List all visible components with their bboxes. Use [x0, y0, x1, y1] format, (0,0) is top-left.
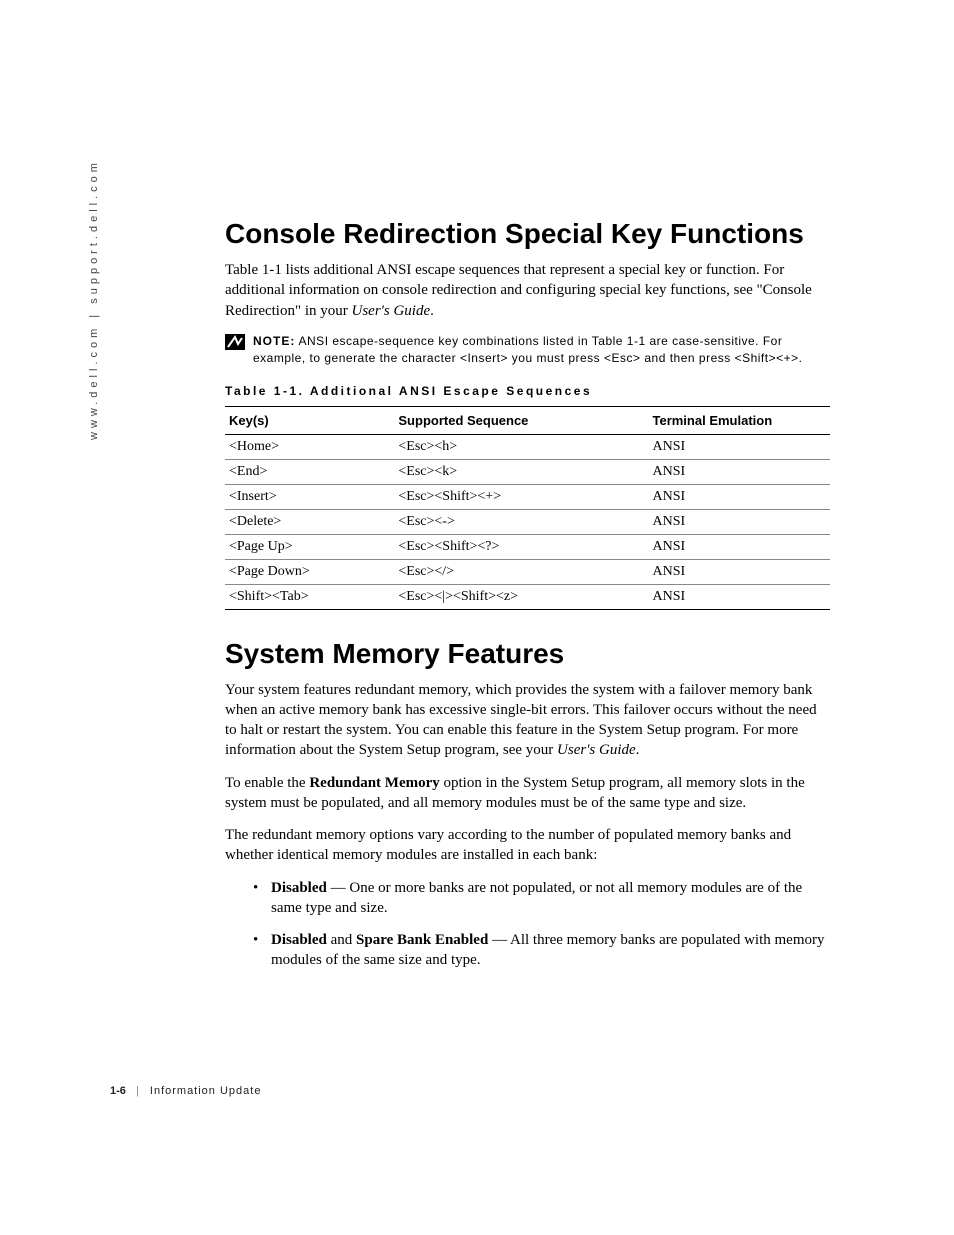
memory-p2-bold: Redundant Memory — [309, 775, 439, 791]
memory-p1-italic: User's Guide — [557, 742, 636, 758]
footer-title: Information Update — [150, 1085, 262, 1097]
list-item: Disabled — One or more banks are not pop… — [253, 878, 830, 919]
th-keys: Key(s) — [225, 406, 394, 434]
table-cell: ANSI — [648, 559, 830, 584]
table-cell: <Shift><Tab> — [225, 584, 394, 609]
table-row: <Delete><Esc><->ANSI — [225, 509, 830, 534]
memory-p1: Your system features redundant memory, w… — [225, 680, 830, 761]
page-content: Console Redirection Special Key Function… — [225, 218, 830, 983]
table-cell: <Home> — [225, 434, 394, 459]
table-cell: <Esc><k> — [394, 459, 648, 484]
memory-p3: The redundant memory options vary accord… — [225, 825, 830, 866]
side-url-text: www.dell.com | support.dell.com — [88, 159, 100, 440]
table-cell: ANSI — [648, 534, 830, 559]
table-cell: ANSI — [648, 434, 830, 459]
table-row: <Insert><Esc><Shift><+>ANSI — [225, 484, 830, 509]
footer-separator: | — [136, 1085, 140, 1097]
memory-p1-prefix: Your system features redundant memory, w… — [225, 682, 817, 759]
memory-p2-prefix: To enable the — [225, 775, 309, 791]
table-row: <Shift><Tab><Esc><|><Shift><z>ANSI — [225, 584, 830, 609]
table-cell: <Esc><-> — [394, 509, 648, 534]
table-row: <Page Up><Esc><Shift><?>ANSI — [225, 534, 830, 559]
intro-paragraph: Table 1-1 lists additional ANSI escape s… — [225, 260, 830, 321]
section-heading-memory: System Memory Features — [225, 638, 830, 670]
table-cell: ANSI — [648, 459, 830, 484]
table-cell: ANSI — [648, 484, 830, 509]
table-cell: ANSI — [648, 509, 830, 534]
table-header-row: Key(s) Supported Sequence Terminal Emula… — [225, 406, 830, 434]
page-footer: 1-6 | Information Update — [110, 1085, 261, 1097]
memory-bullets: Disabled — One or more banks are not pop… — [225, 878, 830, 971]
note-body: ANSI escape-sequence key combinations li… — [253, 334, 802, 365]
table-cell: <Delete> — [225, 509, 394, 534]
table-cell: ANSI — [648, 584, 830, 609]
table-row: <Page Down><Esc></>ANSI — [225, 559, 830, 584]
memory-p1-suffix: . — [636, 742, 640, 758]
bullet-bold: Disabled — [271, 880, 327, 896]
table-cell: <Esc><h> — [394, 434, 648, 459]
th-sequence: Supported Sequence — [394, 406, 648, 434]
bullet-bold: Disabled — [271, 932, 327, 948]
th-emulation: Terminal Emulation — [648, 406, 830, 434]
table-cell: <Esc><|><Shift><z> — [394, 584, 648, 609]
intro-text-suffix: . — [430, 303, 434, 319]
table-cell: <Page Down> — [225, 559, 394, 584]
table-row: <End><Esc><k>ANSI — [225, 459, 830, 484]
intro-text-italic: User's Guide — [352, 303, 431, 319]
table-cell: <Page Up> — [225, 534, 394, 559]
escape-sequence-table: Key(s) Supported Sequence Terminal Emula… — [225, 406, 830, 610]
bullet-text: — One or more banks are not populated, o… — [271, 880, 802, 916]
intro-text-prefix: Table 1-1 lists additional ANSI escape s… — [225, 262, 812, 319]
note-block: NOTE: ANSI escape-sequence key combinati… — [225, 333, 830, 368]
table-caption: Table 1-1. Additional ANSI Escape Sequen… — [225, 384, 830, 398]
page-number: 1-6 — [110, 1085, 126, 1097]
table-cell: <Insert> — [225, 484, 394, 509]
table-row: <Home><Esc><h>ANSI — [225, 434, 830, 459]
note-text: NOTE: ANSI escape-sequence key combinati… — [253, 333, 830, 368]
table-cell: <Esc><Shift><?> — [394, 534, 648, 559]
list-item: Disabled and Spare Bank Enabled — All th… — [253, 930, 830, 971]
bullet-text: and — [327, 932, 356, 948]
bullet-bold: Spare Bank Enabled — [356, 932, 488, 948]
note-label: NOTE: — [253, 334, 295, 348]
table-cell: <Esc></> — [394, 559, 648, 584]
note-icon — [225, 334, 245, 350]
table-cell: <Esc><Shift><+> — [394, 484, 648, 509]
memory-p2: To enable the Redundant Memory option in… — [225, 773, 830, 814]
section-heading-console: Console Redirection Special Key Function… — [225, 218, 830, 250]
table-cell: <End> — [225, 459, 394, 484]
